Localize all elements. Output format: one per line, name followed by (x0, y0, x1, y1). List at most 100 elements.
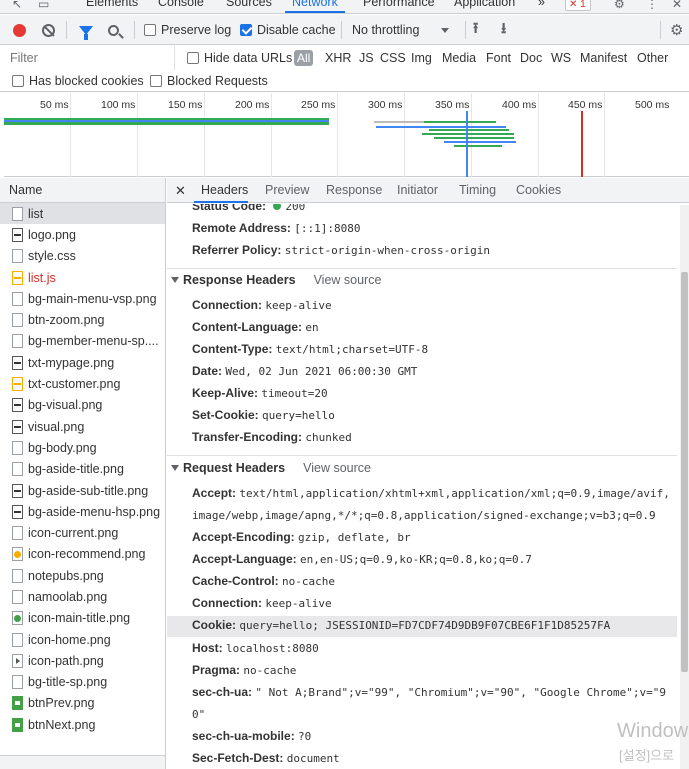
import-har-icon[interactable]: ⭱ (473, 18, 478, 43)
clear-icon[interactable] (42, 23, 55, 37)
hide-data-urls-checkbox[interactable]: Hide data URLs (187, 46, 292, 70)
more-tabs-button[interactable]: » (538, 0, 545, 9)
request-row[interactable]: btnNext.png (0, 714, 165, 735)
header-value: gzip, deflate, br (298, 531, 411, 544)
blocked-requests-checkbox[interactable]: Blocked Requests (150, 70, 268, 92)
blocked-requests-box[interactable] (150, 75, 162, 87)
name-column-header[interactable]: Name (0, 178, 165, 203)
export-har-icon[interactable]: ⭳ (501, 18, 506, 43)
tab-headers[interactable]: Headers (201, 178, 248, 203)
response-headers-section[interactable]: Response Headers View source (171, 273, 381, 287)
image-icon (12, 313, 23, 328)
request-row[interactable]: bg-member-menu-sp.... (0, 331, 165, 352)
settings-gear-icon[interactable]: ⚙ (614, 0, 625, 11)
inspect-element-icon[interactable]: ↖ (12, 0, 22, 11)
gridline (471, 93, 472, 177)
search-icon[interactable] (108, 24, 119, 36)
request-row[interactable]: notepubs.png (0, 565, 165, 586)
request-row[interactable]: visual.png (0, 416, 165, 437)
request-row[interactable]: bg-main-menu-vsp.png (0, 288, 165, 309)
tab-cookies[interactable]: Cookies (516, 178, 561, 203)
windows-activation-watermark: Window (617, 720, 689, 742)
request-row[interactable]: bg-visual.png (0, 395, 165, 416)
filter-type-xhr[interactable]: XHR (325, 46, 351, 70)
tab-response[interactable]: Response (326, 178, 382, 203)
request-name: txt-customer.png (28, 377, 121, 392)
filter-type-manifest[interactable]: Manifest (580, 46, 627, 70)
tab-initiator[interactable]: Initiator (397, 178, 438, 203)
tab-performance[interactable]: Performance (363, 0, 435, 9)
chevron-down-icon (441, 27, 450, 33)
request-row[interactable]: btn-zoom.png (0, 309, 165, 330)
filter-type-media[interactable]: Media (442, 46, 476, 70)
tab-console[interactable]: Console (158, 0, 204, 9)
hide-data-urls-box[interactable] (187, 52, 199, 64)
request-row[interactable]: txt-mypage.png (0, 352, 165, 373)
tab-timing[interactable]: Timing (459, 178, 496, 203)
preserve-log-checkbox[interactable]: Preserve log (144, 15, 231, 45)
network-settings-gear-icon[interactable]: ⚙ (670, 21, 683, 39)
device-toolbar-icon[interactable]: ▭ (38, 0, 49, 11)
request-name: bg-aside-sub-title.png (28, 483, 149, 498)
request-row[interactable]: bg-body.png (0, 437, 165, 458)
preserve-log-box[interactable] (144, 24, 156, 36)
request-row[interactable]: bg-aside-sub-title.png (0, 480, 165, 501)
request-row[interactable]: list.js (0, 267, 165, 288)
more-options-icon[interactable]: ⋮ (646, 0, 658, 11)
request-row[interactable]: namoolab.png (0, 586, 165, 607)
header-key: Cache-Control: (192, 574, 279, 588)
request-name: bg-title-sp.png (28, 675, 108, 690)
request-row[interactable]: bg-title-sp.png (0, 672, 165, 693)
close-details-icon[interactable]: ✕ (175, 178, 186, 203)
request-name: bg-body.png (28, 440, 97, 455)
header-value: 0" (192, 708, 206, 721)
overview-request-bar (434, 137, 514, 139)
request-row[interactable]: icon-path.png (0, 650, 165, 671)
disable-cache-checkbox[interactable]: Disable cache (240, 15, 336, 45)
request-row[interactable]: icon-home.png (0, 629, 165, 650)
request-row[interactable]: icon-current.png (0, 522, 165, 543)
filter-type-ws[interactable]: WS (551, 46, 571, 70)
tab-preview[interactable]: Preview (265, 178, 309, 203)
network-overview-timeline[interactable]: 50 ms 100 ms 150 ms 200 ms 250 ms 300 ms… (4, 93, 689, 177)
request-row[interactable]: list (0, 203, 165, 225)
record-icon[interactable] (13, 23, 26, 37)
request-row[interactable]: logo.png (0, 224, 165, 245)
throttling-select[interactable]: No throttling (352, 15, 450, 45)
tab-sources[interactable]: Sources (226, 0, 272, 9)
request-row[interactable]: icon-main-title.png (0, 608, 165, 629)
filter-type-doc[interactable]: Doc (520, 46, 542, 70)
error-badge[interactable]: ✕ 1 (565, 0, 591, 11)
filter-type-all[interactable]: All (294, 50, 314, 66)
has-blocked-cookies-box[interactable] (12, 75, 24, 87)
view-source-link[interactable]: View source (314, 273, 382, 287)
tab-network[interactable]: Network (292, 0, 338, 9)
image-icon (12, 717, 23, 732)
filter-input[interactable] (0, 46, 175, 70)
filter-type-css[interactable]: CSS (380, 46, 406, 70)
disable-cache-box[interactable] (240, 24, 252, 36)
header-key: Cookie: (192, 618, 237, 632)
filter-type-other[interactable]: Other (637, 46, 668, 70)
request-row[interactable]: bg-aside-title.png (0, 459, 165, 480)
request-row[interactable]: style.css (0, 246, 165, 267)
tab-elements[interactable]: Elements (86, 0, 138, 9)
filter-type-font[interactable]: Font (486, 46, 511, 70)
filter-type-js[interactable]: JS (359, 46, 374, 70)
header-row: Content-Language: en (192, 320, 319, 334)
scrollbar-thumb[interactable] (681, 272, 688, 672)
request-row[interactable]: txt-customer.png (0, 373, 165, 394)
request-row[interactable]: bg-aside-menu-hsp.png (0, 501, 165, 522)
filter-funnel-icon[interactable] (79, 25, 93, 40)
view-source-link[interactable]: View source (303, 461, 371, 475)
close-devtools-icon[interactable]: ✕ (672, 0, 682, 11)
filter-type-img[interactable]: Img (411, 46, 432, 70)
request-headers-section[interactable]: Request Headers View source (171, 461, 371, 475)
header-sec-ch-ua-mobile: sec-ch-ua-mobile: ?0 (192, 729, 311, 743)
header-value: en (305, 321, 319, 334)
request-row[interactable]: icon-recommend.png (0, 544, 165, 565)
has-blocked-cookies-checkbox[interactable]: Has blocked cookies (12, 70, 144, 92)
request-row[interactable]: btnPrev.png (0, 693, 165, 714)
header-key: Remote Address: (192, 221, 291, 235)
tab-application[interactable]: Application (454, 0, 515, 9)
